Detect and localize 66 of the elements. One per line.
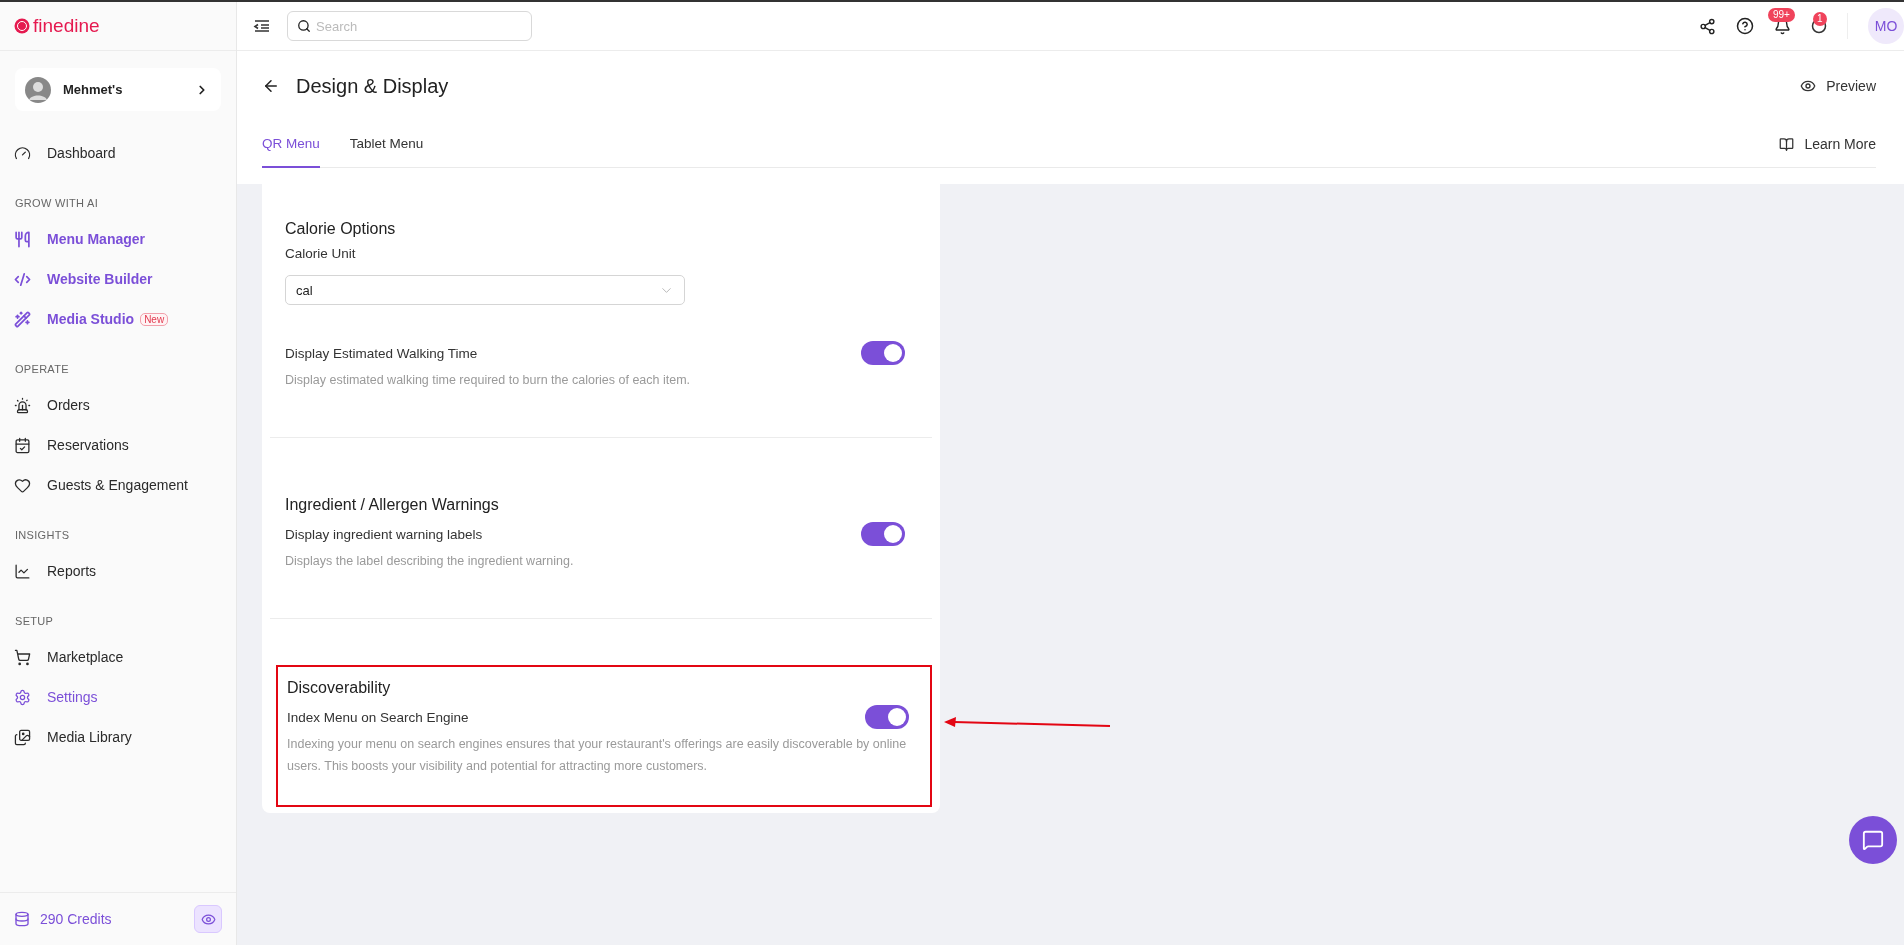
nav-icon [14, 688, 31, 706]
sidebar-item[interactable]: Dashboard [0, 133, 236, 173]
help-icon[interactable] [1736, 17, 1754, 35]
setting-label: Index Menu on Search Engine [287, 709, 469, 725]
credits-label: 290 Credits [40, 911, 113, 927]
section-title: Calorie Options [285, 220, 397, 238]
nav-icon [14, 396, 31, 414]
logo-icon [14, 18, 30, 34]
setting-description: Indexing your menu on search engines ensures that your restaurant's offerings are easily discoverable by online users. This boosts your visibility and potential for attracting more customers. [287, 736, 908, 775]
sidebar-item[interactable]: Media Studio New [0, 299, 236, 339]
field-label: Calorie Unit [285, 246, 357, 261]
section-title: Ingredient / Allergen Warnings [285, 496, 500, 514]
toggle-switch[interactable] [861, 341, 905, 365]
nav-icon [14, 436, 31, 454]
avatar-icon [25, 76, 51, 103]
eye-icon [200, 911, 216, 927]
sidebar-item[interactable]: Reservations [0, 425, 236, 465]
nav-icon [14, 310, 31, 328]
search-field[interactable]: Search [287, 11, 532, 41]
nav-icon [14, 476, 31, 494]
toggle-switch[interactable] [865, 705, 909, 729]
brand-name: finedine [33, 15, 100, 37]
chat-icon [1862, 829, 1884, 851]
setting-label: Display Estimated Walking Time [285, 345, 478, 361]
notification-badge: 99+ [1768, 7, 1795, 22]
nav-icon [14, 230, 31, 248]
user-avatar[interactable]: MO [1868, 8, 1904, 44]
tab[interactable]: QR Menu [262, 121, 320, 168]
count-badge: 1 [1813, 12, 1827, 26]
toggle-switch[interactable] [861, 522, 905, 546]
sidebar-item[interactable]: Reports [0, 551, 236, 591]
sidebar-item[interactable]: Marketplace [0, 637, 236, 677]
nav-icon [14, 144, 31, 162]
sidebar-item[interactable]: Website Builder [0, 259, 236, 299]
sidebar-item[interactable]: Settings [0, 677, 236, 717]
section-heading: OPERATE [14, 362, 70, 377]
setting-description: Display estimated walking time required to burn the calories of each item. [285, 372, 692, 389]
new-badge: New [140, 312, 169, 326]
share-icon[interactable] [1699, 17, 1716, 35]
tab[interactable]: Tablet Menu [349, 121, 424, 168]
sidebar-item[interactable]: Guests & Engagement [0, 465, 236, 505]
sidebar-item[interactable]: Media Library [0, 717, 236, 757]
book-icon [1779, 136, 1795, 152]
back-icon[interactable] [262, 77, 280, 95]
nav-icon [14, 562, 31, 580]
nav-icon [14, 270, 31, 288]
nav-icon [14, 648, 31, 666]
sidebar-item[interactable]: Menu Manager [0, 219, 236, 259]
menu-icon[interactable] [253, 17, 271, 35]
section-heading: GROW WITH AI [14, 196, 100, 211]
eye-icon [1800, 78, 1817, 94]
coins-icon [14, 911, 30, 927]
eye-button[interactable] [194, 905, 222, 933]
sidebar-item[interactable]: Orders [0, 385, 236, 425]
nav-icon [14, 728, 31, 746]
section-heading: SETUP [14, 614, 55, 629]
setting-description: Displays the label describing the ingredient warning. [285, 553, 575, 570]
setting-label: Display ingredient warning labels [285, 526, 483, 542]
venue-switcher[interactable]: Mehmet's [15, 68, 221, 111]
page-title: Design & Display [296, 74, 450, 98]
calorie-unit-select[interactable]: cal [285, 275, 685, 305]
preview-button[interactable]: Preview [1800, 78, 1876, 94]
section-heading: INSIGHTS [14, 528, 71, 543]
learn-more-link[interactable]: Learn More [1779, 121, 1876, 167]
search-icon [297, 19, 311, 33]
section-title: Discoverability [287, 679, 392, 697]
